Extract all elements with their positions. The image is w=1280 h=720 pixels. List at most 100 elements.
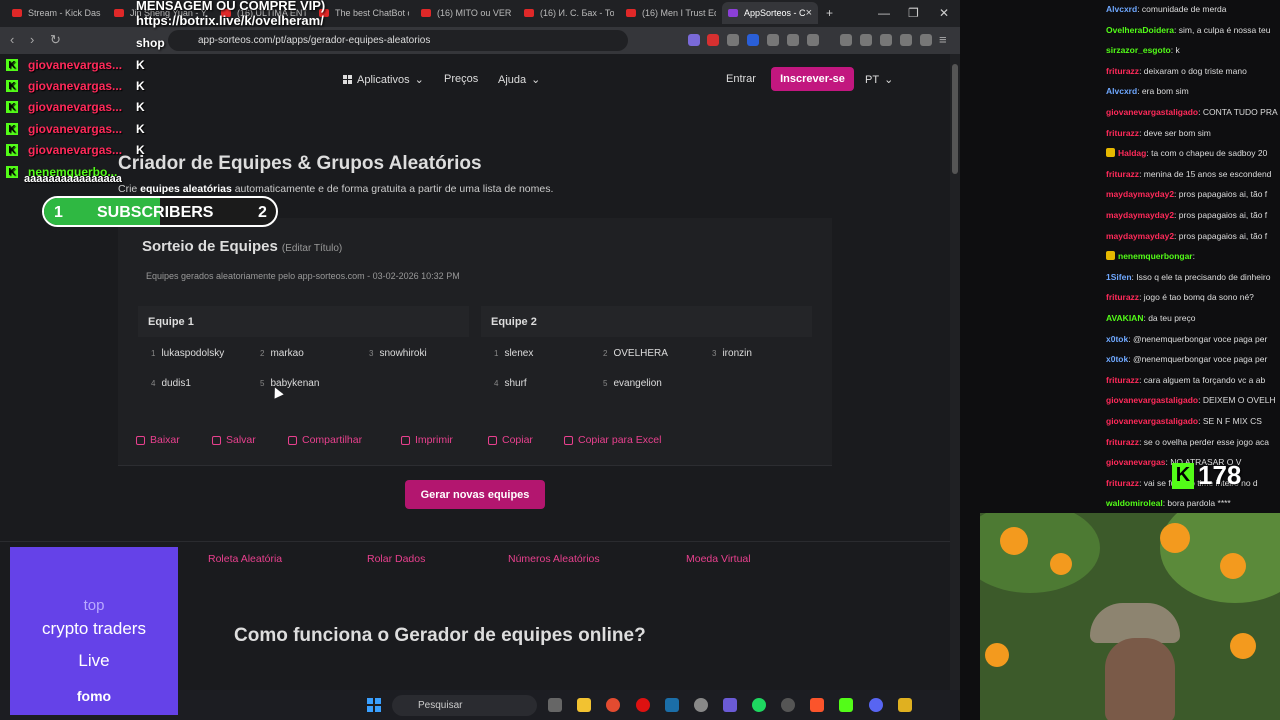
extension-icon[interactable] (747, 34, 759, 46)
new-tab-icon[interactable]: + (826, 6, 833, 20)
overlay-banner-line: MENSAGEM OU COMPRE VIP) (136, 0, 326, 13)
ai-icon[interactable] (900, 34, 912, 46)
footer-link[interactable]: Números Aleatórios (508, 553, 600, 565)
generate-teams-button[interactable]: Gerar novas equipes (405, 480, 545, 509)
team-member: 4 dudis1 (151, 378, 191, 389)
windows-start-icon[interactable] (367, 698, 381, 712)
download-button[interactable]: Baixar (136, 434, 180, 446)
settings-icon[interactable] (694, 698, 708, 712)
copy-excel-button[interactable]: Copiar para Excel (564, 434, 661, 446)
extension-icon[interactable] (707, 34, 719, 46)
footer-link[interactable]: Moeda Virtual (686, 553, 751, 565)
share-button[interactable]: Compartilhar (288, 434, 362, 446)
reload-icon[interactable]: ↻ (50, 32, 61, 48)
brave-icon[interactable] (810, 698, 824, 712)
chat-username[interactable]: friturazz (1106, 478, 1139, 488)
browser-tab[interactable]: (16) MITO ou VERD (415, 2, 511, 24)
chat-username[interactable]: giovanevargastaligado (1106, 107, 1198, 117)
chat-username[interactable]: x0tok (1106, 354, 1128, 364)
chat-username[interactable]: friturazz (1106, 169, 1139, 179)
chat-username[interactable]: giovanevargastaligado (1106, 395, 1198, 405)
chat-username[interactable]: friturazz (1106, 128, 1139, 138)
kick-badge-icon: K (6, 144, 18, 156)
login-link[interactable]: Entrar (726, 73, 756, 85)
discord-icon[interactable] (869, 698, 883, 712)
copy-button[interactable]: Copiar (488, 434, 533, 446)
prices-link[interactable]: Preços (444, 73, 478, 85)
music-icon[interactable] (840, 34, 852, 46)
app-icon[interactable] (898, 698, 912, 712)
chat-username[interactable]: Haldag (1118, 148, 1146, 158)
browser-tab[interactable]: The best ChatBot o (313, 2, 409, 24)
app-icon[interactable] (781, 698, 795, 712)
app-icon[interactable] (723, 698, 737, 712)
back-icon[interactable]: ‹ (10, 32, 14, 47)
chat-username[interactable]: friturazz (1106, 437, 1139, 447)
chat-username[interactable]: maydaymayday2 (1106, 189, 1174, 199)
tab-favicon-icon (626, 9, 636, 17)
signup-button[interactable]: Inscrever-se (771, 67, 854, 91)
forward-icon[interactable]: › (30, 32, 34, 47)
chat-username[interactable]: AVAKIAN (1106, 313, 1143, 323)
chat-username[interactable]: friturazz (1106, 292, 1139, 302)
vpn-icon[interactable] (920, 34, 932, 46)
print-button[interactable]: Imprimir (401, 434, 453, 446)
footer-link[interactable]: Rolar Dados (367, 553, 425, 565)
opera-icon[interactable] (636, 698, 650, 712)
save-button[interactable]: Salvar (212, 434, 256, 446)
chat-username[interactable]: sirzazor_esgoto (1106, 45, 1171, 55)
extension-icon[interactable] (787, 34, 799, 46)
chat-text: menina de 15 anos se escondend (1143, 168, 1272, 179)
overlay-chat-row: Knenemquerbo... aaaaaaaaaaaaaaaa (6, 163, 122, 185)
sidebar-icon[interactable] (860, 34, 872, 46)
scrollbar[interactable] (950, 54, 960, 690)
extension-icon[interactable] (767, 34, 779, 46)
close-tab-icon[interactable]: × (806, 7, 812, 19)
wallet-icon[interactable] (880, 34, 892, 46)
browser-tab[interactable]: AppSorteos - C × (722, 2, 818, 24)
steam-icon[interactable] (665, 698, 679, 712)
edit-title-link[interactable]: (Editar Título) (282, 243, 342, 254)
tab-label: AppSorteos - C (744, 8, 806, 18)
close-window-icon[interactable]: ✕ (939, 6, 949, 20)
chat-username[interactable]: friturazz (1106, 66, 1139, 76)
chat-text: @nenemquerbongar voce paga per (1132, 333, 1268, 344)
chat-username[interactable]: nenemquerbongar (1118, 251, 1193, 261)
extension-icon[interactable] (727, 34, 739, 46)
chat-username[interactable]: giovanevargas (1106, 457, 1166, 467)
chat-username[interactable]: maydaymayday2 (1106, 210, 1174, 220)
overlay-chat-user: giovanevargas... (28, 122, 123, 136)
chat-username[interactable]: giovanevargastaligado (1106, 416, 1198, 426)
chat-username[interactable]: 1Sifen (1106, 272, 1132, 282)
chat-username[interactable]: friturazz (1106, 375, 1139, 385)
chat-username[interactable]: waldomiroleal (1106, 498, 1163, 508)
kick-icon[interactable] (839, 698, 853, 712)
restore-icon[interactable]: ❐ (908, 6, 919, 20)
browser-tab[interactable]: Stream - Kick Dashb (6, 2, 101, 24)
spotify-icon[interactable] (752, 698, 766, 712)
browser-tab[interactable]: (16) И. С. Бах - Токк (518, 2, 614, 24)
chat-username[interactable]: x0tok (1106, 334, 1128, 344)
extension-icon[interactable] (688, 34, 700, 46)
chat-username[interactable]: Alvcxrd (1106, 4, 1137, 14)
address-bar[interactable]: app-sorteos.com/pt/apps/gerador-equipes-… (168, 30, 628, 51)
chat-message: friturazz: jogo é tao bomq da sono né? (1106, 292, 1254, 302)
footer-link[interactable]: Roleta Aleatória (208, 553, 282, 565)
minimize-icon[interactable]: — (878, 6, 890, 20)
apps-menu[interactable]: Aplicativos ⌄ (343, 73, 424, 86)
chrome-icon[interactable] (606, 698, 620, 712)
task-view-icon[interactable] (548, 698, 562, 712)
language-select[interactable]: PT ⌄ (865, 73, 893, 87)
browser-tab[interactable]: (16) Men I Trust Edi (620, 2, 716, 24)
extension-icon[interactable] (807, 34, 819, 46)
scrollbar-thumb[interactable] (952, 64, 958, 174)
chat-username[interactable]: Alvcxrd (1106, 86, 1137, 96)
help-menu[interactable]: Ajuda ⌄ (498, 73, 540, 87)
chat-username[interactable]: OvelheraDoidera (1106, 25, 1174, 35)
chat-text: sim, a culpa é nossa teu (1178, 24, 1271, 35)
taskbar-search[interactable]: Pesquisar (392, 695, 537, 716)
file-explorer-icon[interactable] (577, 698, 591, 712)
chat-username[interactable]: maydaymayday2 (1106, 231, 1174, 241)
menu-icon[interactable]: ≡ (939, 32, 947, 47)
advertisement[interactable]: top crypto traders Live fomo (10, 547, 178, 715)
